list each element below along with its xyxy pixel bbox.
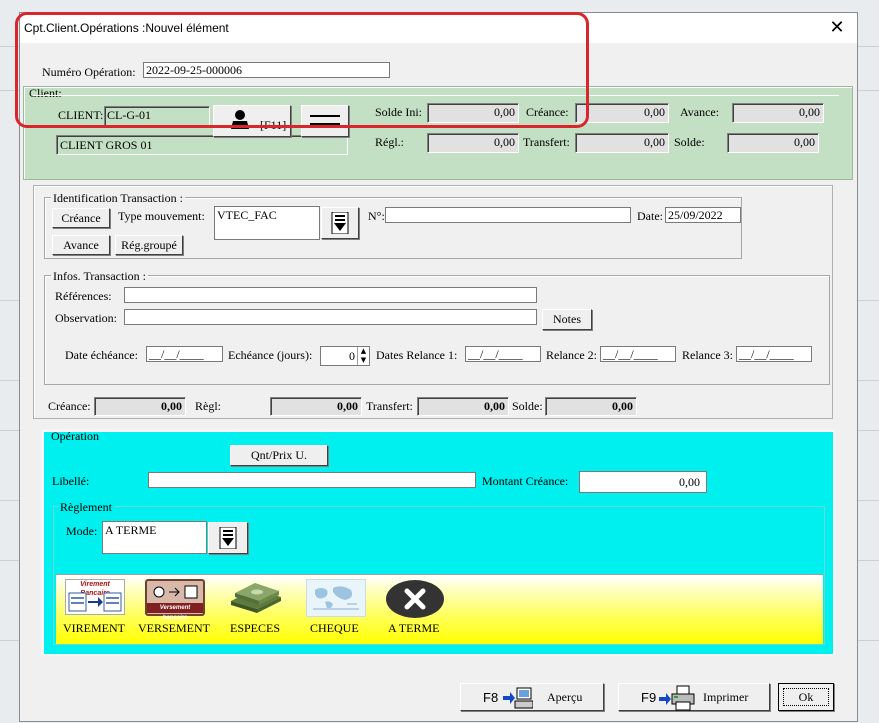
echeance-jours-label: Echéance (jours): xyxy=(228,348,313,362)
observation-label: Observation: xyxy=(55,311,117,325)
libelle-label: Libellé: xyxy=(52,474,90,488)
date-echeance-field[interactable]: __/__/____ xyxy=(146,346,223,362)
dropdown-arrow-icon xyxy=(331,212,349,234)
virement-label[interactable]: VIREMENT xyxy=(63,621,125,636)
references-field[interactable] xyxy=(124,287,537,303)
avance-button[interactable]: Avance xyxy=(52,235,110,255)
apercu-label: Aperçu xyxy=(547,690,583,704)
montant-creance-field[interactable]: 0,00 xyxy=(579,471,707,493)
relance3-field[interactable]: __/__/____ xyxy=(736,346,812,362)
relance2-label: Relance 2: xyxy=(546,348,597,362)
date-field[interactable]: 25/09/2022 xyxy=(665,207,741,223)
references-label: Références: xyxy=(55,289,112,303)
ok-label: Ok xyxy=(783,688,829,706)
virement-caption: Virement Bancaire xyxy=(80,581,110,597)
f8-key-label: F8 xyxy=(483,690,499,705)
a-terme-label[interactable]: A TERME xyxy=(388,621,439,636)
reglement-group-label: Règlement xyxy=(58,500,114,515)
mode-field[interactable]: A TERME xyxy=(102,521,207,554)
cancel-x-icon[interactable] xyxy=(385,579,445,619)
relance3-label: Relance 3: xyxy=(682,348,733,362)
versement-caption: Versement bancaire xyxy=(147,603,203,621)
cheque-icon[interactable] xyxy=(306,579,366,617)
reg-groupe-button[interactable]: Rég.groupé xyxy=(115,235,183,255)
solde-label: Solde: xyxy=(674,135,705,149)
relance2-field[interactable]: __/__/____ xyxy=(600,346,676,362)
type-mouvement-label: Type mouvement: xyxy=(118,209,205,223)
transfer-arrow-graphic xyxy=(68,592,122,612)
bank-transfer-icon[interactable]: Virement Bancaire xyxy=(65,579,125,615)
libelle-field[interactable] xyxy=(148,472,476,488)
regl-label: Régl.: xyxy=(375,135,404,149)
deposit-graphic xyxy=(153,585,198,599)
totals-transfert-value: 0,00 xyxy=(417,397,509,416)
cash-icon[interactable] xyxy=(227,579,285,617)
cash-graphic xyxy=(231,583,281,613)
x-circle-graphic xyxy=(386,580,444,618)
creance-value: 0,00 xyxy=(575,103,669,123)
apercu-button[interactable]: F8 Aperçu xyxy=(460,683,604,711)
creance-button[interactable]: Créance xyxy=(52,208,110,228)
operation-group-label: Opération xyxy=(51,429,99,443)
num-label: N°: xyxy=(368,209,385,223)
transfert-value: 0,00 xyxy=(575,133,669,153)
date-label: Date: xyxy=(637,209,663,223)
imprimer-button[interactable]: F9 Imprimer xyxy=(618,683,770,711)
bank-deposit-icon[interactable]: Versement bancaire xyxy=(145,579,205,621)
identification-group-label: Identification Transaction : xyxy=(51,191,185,206)
f9-key-label: F9 xyxy=(641,690,657,705)
infos-group-label: Infos. Transaction : xyxy=(51,269,148,284)
avance-label: Avance: xyxy=(680,105,720,119)
printer-icon xyxy=(659,685,695,711)
totals-creance-label: Créance: xyxy=(48,399,91,413)
num-field[interactable] xyxy=(385,207,631,223)
notes-button[interactable]: Notes xyxy=(542,309,592,330)
type-mouvement-dropdown-button[interactable] xyxy=(321,207,359,239)
ok-button[interactable]: Ok xyxy=(778,683,834,711)
cheque-label[interactable]: CHEQUE xyxy=(310,621,359,636)
versement-label[interactable]: VERSEMENT xyxy=(138,621,210,636)
imprimer-label: Imprimer xyxy=(703,690,749,704)
observation-field[interactable] xyxy=(124,309,537,325)
totals-creance-value: 0,00 xyxy=(94,397,186,416)
totals-regl-value: 0,00 xyxy=(270,397,362,416)
qnt-prix-button[interactable]: Qnt/Prix U. xyxy=(230,445,328,466)
totals-solde-value: 0,00 xyxy=(545,397,637,416)
client-name-field: CLIENT GROS 01 xyxy=(56,135,348,155)
cheque-graphic xyxy=(313,586,359,610)
avance-value: 0,00 xyxy=(732,103,824,123)
close-icon[interactable]: ✕ xyxy=(825,17,849,39)
mode-label: Mode: xyxy=(66,524,98,538)
totals-regl-label: Règl: xyxy=(195,399,221,413)
solde-value: 0,00 xyxy=(727,133,819,153)
regl-value: 0,00 xyxy=(427,133,519,153)
dates-relance1-label: Dates Relance 1: xyxy=(376,348,458,362)
date-echeance-label: Date échéance: xyxy=(65,348,138,362)
transfert-label: Transfert: xyxy=(523,135,570,149)
mode-dropdown-button[interactable] xyxy=(208,522,248,554)
montant-creance-label: Montant Créance: xyxy=(482,474,569,488)
totals-transfert-label: Transfert: xyxy=(366,399,413,413)
totals-solde-label: Solde: xyxy=(512,399,543,413)
relance1-field[interactable]: __/__/____ xyxy=(465,346,541,362)
spinner-arrows-icon[interactable]: ▲ ▼ xyxy=(357,347,369,365)
dropdown-arrow-icon xyxy=(219,527,237,549)
type-mouvement-field[interactable]: VTEC_FAC xyxy=(214,206,320,240)
preview-computer-icon xyxy=(503,687,533,709)
especes-label[interactable]: ESPECES xyxy=(230,621,280,636)
highlight-annotation xyxy=(15,12,589,128)
